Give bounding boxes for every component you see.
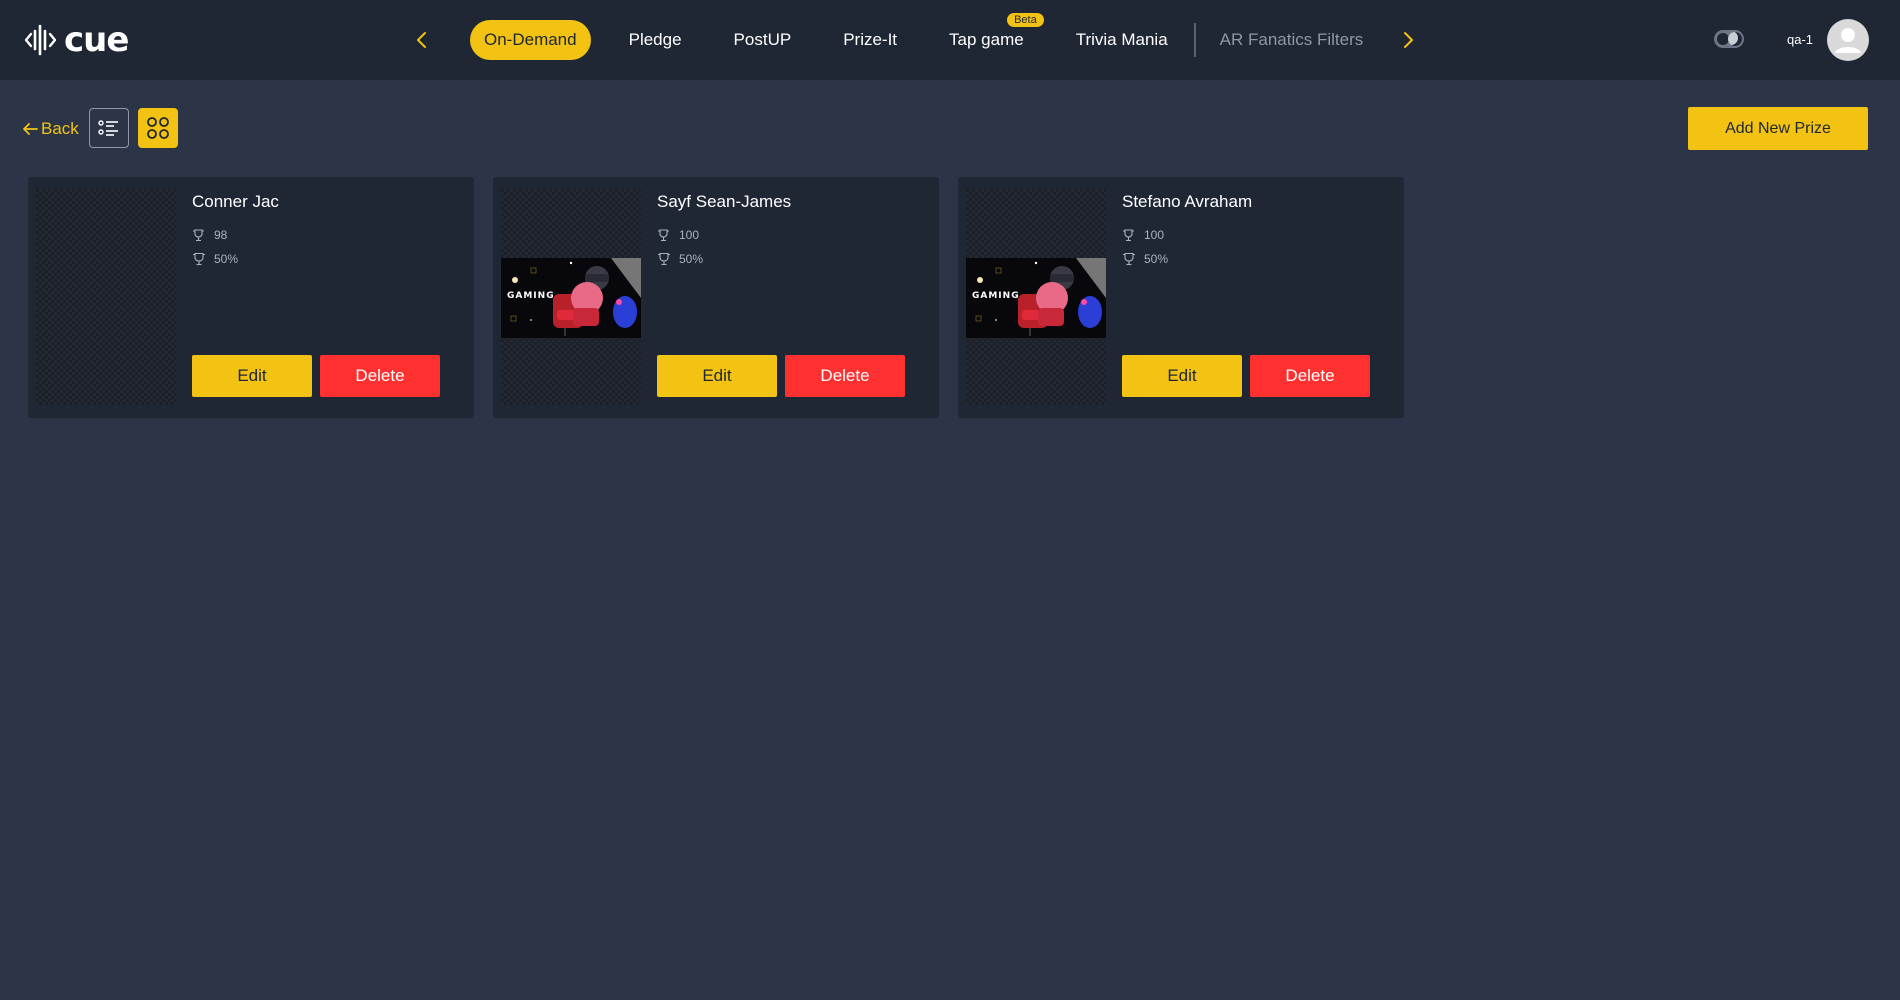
tab-label: PostUP: [733, 30, 792, 49]
delete-button[interactable]: Delete: [320, 355, 440, 397]
prize-quantity: 98: [192, 227, 227, 243]
prize-percentage: 50%: [192, 251, 238, 267]
delete-button[interactable]: Delete: [785, 355, 905, 397]
quantity-value: 100: [1144, 228, 1165, 242]
quantity-value: 100: [679, 228, 700, 242]
tab-pledge[interactable]: Pledge: [615, 20, 696, 60]
grid-view-icon: [147, 117, 169, 139]
prize-quantity: 100: [1122, 227, 1164, 243]
tab-label: Tap game: [949, 30, 1024, 49]
trophy-icon: [658, 252, 670, 266]
gaming-image-text: GAMING: [507, 291, 555, 301]
prize-name: Conner Jac: [192, 192, 279, 211]
prize-card: GAMING Sayf Sean-James 100 50% Edit Dele…: [493, 177, 939, 418]
moon-icon: [1728, 32, 1742, 46]
chevron-left-icon: [417, 32, 426, 48]
prize-image: GAMING: [966, 189, 1106, 405]
edit-button[interactable]: Edit: [657, 355, 777, 397]
nav-next-button[interactable]: [1392, 24, 1424, 56]
trophy-stack-icon: [193, 229, 204, 242]
tab-label: Prize-It: [843, 30, 898, 49]
waveform-logo-icon: [24, 24, 57, 56]
prize-image: GAMING: [501, 189, 641, 405]
prize-name: Sayf Sean-James: [657, 192, 792, 211]
edit-button[interactable]: Edit: [1122, 355, 1242, 397]
nav-divider: [1193, 23, 1196, 57]
tab-label: AR Fanatics Filters: [1219, 30, 1364, 49]
tab-ar-fanatics-filters[interactable]: AR Fanatics Filters: [1206, 20, 1378, 60]
prize-name: Stefano Avraham: [1122, 192, 1253, 211]
gaming-image: GAMING: [501, 258, 641, 338]
tab-postup[interactable]: PostUP: [720, 20, 806, 60]
tab-prize-it[interactable]: Prize-It: [829, 20, 911, 60]
grid-view-button[interactable]: [138, 108, 178, 148]
arrow-left-icon: [23, 123, 38, 135]
prize-quantity: 100: [657, 227, 699, 243]
back-link[interactable]: Back: [22, 117, 79, 141]
percentage-value: 50%: [214, 252, 239, 266]
user-avatar-icon: [1835, 28, 1861, 53]
beta-badge: Beta: [1007, 13, 1044, 27]
percentage-value: 50%: [679, 252, 704, 266]
tab-on-demand[interactable]: On-Demand: [470, 20, 591, 60]
add-new-prize-button[interactable]: Add New Prize: [1688, 107, 1868, 150]
prize-percentage: 50%: [657, 251, 703, 267]
dark-mode-toggle[interactable]: [1714, 30, 1744, 48]
quantity-value: 98: [214, 228, 228, 242]
trophy-icon: [1123, 252, 1135, 266]
gaming-image: GAMING: [966, 258, 1106, 338]
tab-trivia-mania[interactable]: Trivia Mania: [1062, 20, 1182, 60]
logo-wordmark: cue: [64, 20, 129, 60]
prize-percentage: 50%: [1122, 251, 1168, 267]
prize-card: GAMING Stefano Avraham 100 50% Edit Dele…: [958, 177, 1404, 418]
percentage-value: 50%: [1144, 252, 1169, 266]
trophy-stack-icon: [658, 229, 669, 242]
edit-button[interactable]: Edit: [192, 355, 312, 397]
top-navbar: cue On-Demand Pledge PostUP Prize-It Tap…: [0, 0, 1900, 80]
trophy-icon: [193, 252, 205, 266]
nav-prev-button[interactable]: [406, 24, 438, 56]
prize-image-placeholder: [36, 189, 176, 405]
product-tabs: On-Demand Pledge PostUP Prize-It Tap gam…: [470, 13, 1401, 60]
tab-tap-game[interactable]: Tap game Beta: [935, 13, 1044, 60]
delete-button[interactable]: Delete: [1250, 355, 1370, 397]
tab-label: Pledge: [628, 30, 682, 49]
cue-logo[interactable]: cue: [24, 20, 129, 60]
avatar[interactable]: [1827, 19, 1869, 61]
prize-card: Conner Jac 98 50% Edit Delete: [28, 177, 474, 418]
chevron-right-icon: [1404, 32, 1413, 48]
back-label: Back: [41, 119, 79, 138]
list-view-button[interactable]: [89, 108, 129, 148]
trophy-stack-icon: [1123, 229, 1134, 242]
gaming-image-text: GAMING: [972, 291, 1020, 301]
user-name: qa-1: [1787, 32, 1814, 47]
list-view-icon: [98, 120, 118, 136]
tab-label: On-Demand: [484, 30, 577, 49]
tab-label: Trivia Mania: [1075, 30, 1168, 49]
